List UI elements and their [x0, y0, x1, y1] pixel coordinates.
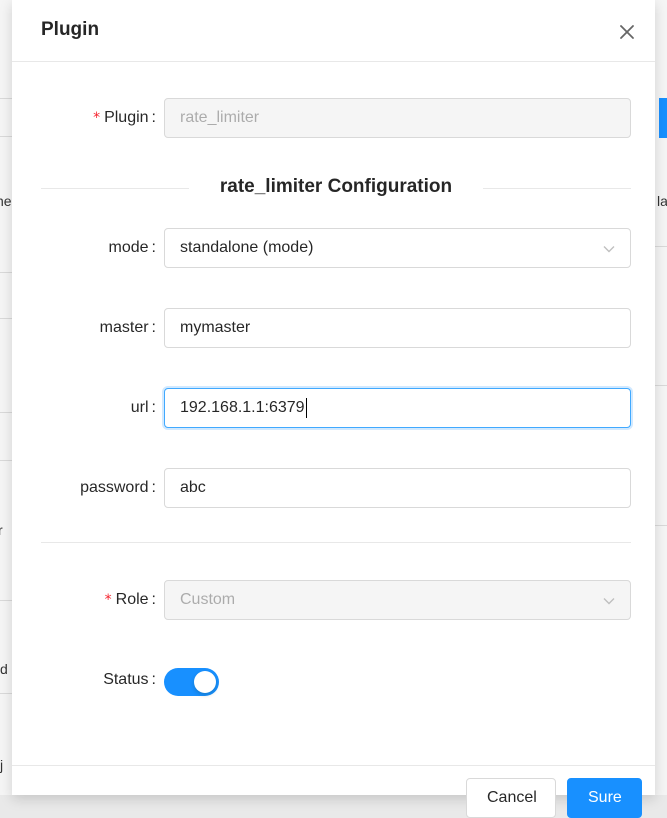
mode-label-text: mode — [108, 239, 149, 256]
background-divider — [0, 98, 12, 99]
background-divider — [0, 460, 12, 461]
chevron-down-icon — [603, 598, 615, 605]
ok-button[interactable]: Sure — [567, 778, 642, 818]
modal-header: Plugin — [12, 0, 655, 62]
role-row: * Role: Custom — [12, 580, 655, 620]
modal-footer: Cancel Sure — [12, 765, 655, 818]
background-divider — [0, 272, 12, 273]
background-blue-bar — [659, 98, 667, 138]
background-text-fragment: d — [0, 661, 8, 677]
background-text-fragment: la — [657, 193, 667, 209]
section-title: rate_limiter Configuration — [219, 176, 453, 197]
form-divider — [41, 542, 631, 543]
url-label: url: — [130, 399, 156, 416]
url-row: url: 192.168.1.1:6379 — [12, 388, 655, 428]
plugin-input: rate_limiter — [164, 98, 631, 138]
mode-label: mode: — [108, 239, 156, 256]
mode-select[interactable]: standalone (mode) — [164, 228, 631, 268]
plugin-row: * Plugin: rate_limiter — [12, 98, 655, 138]
password-label-text: password — [80, 479, 149, 496]
background-divider — [655, 525, 667, 526]
required-mark: * — [104, 592, 112, 608]
close-icon[interactable] — [614, 19, 640, 45]
modal-title: Plugin — [41, 19, 100, 40]
password-row: password: abc — [12, 468, 655, 508]
master-input[interactable]: mymaster — [164, 308, 631, 348]
role-select-value: Custom — [180, 591, 236, 608]
background-text-fragment: ne — [0, 193, 12, 209]
master-label-text: master — [99, 319, 149, 336]
background-divider — [0, 600, 12, 601]
text-caret — [305, 397, 307, 418]
toggle-knob — [194, 671, 216, 693]
background-divider — [0, 318, 12, 319]
status-label: Status: — [103, 671, 156, 688]
password-input[interactable]: abc — [164, 468, 631, 508]
cancel-button[interactable]: Cancel — [466, 778, 556, 818]
configuration-divider: rate_limiter Configuration — [41, 170, 631, 206]
status-row: Status: — [12, 660, 655, 704]
status-toggle[interactable] — [164, 668, 219, 696]
mode-select-value: standalone (mode) — [180, 239, 314, 256]
chevron-down-icon — [603, 246, 615, 253]
plugin-label: * Plugin: — [93, 109, 156, 126]
role-select: Custom — [164, 580, 631, 620]
plugin-label-text: Plugin — [104, 109, 149, 126]
password-label: password: — [80, 479, 156, 496]
role-label-text: Role — [115, 591, 149, 608]
background-divider — [655, 385, 667, 386]
url-input[interactable]: 192.168.1.1:6379 — [164, 388, 631, 428]
mode-row: mode: standalone (mode) — [12, 228, 655, 268]
url-input-value: 192.168.1.1:6379 — [180, 399, 305, 416]
background-divider — [0, 412, 12, 413]
master-row: master: mymaster — [12, 308, 655, 348]
url-label-text: url — [130, 399, 149, 416]
role-label: * Role: — [104, 591, 156, 608]
background-divider — [655, 246, 667, 247]
master-label: master: — [99, 319, 156, 336]
required-mark: * — [93, 110, 101, 126]
background-text-fragment: j — [0, 757, 4, 773]
status-label-text: Status — [103, 671, 149, 688]
background-text-fragment: r — [0, 522, 3, 538]
background-divider — [0, 693, 12, 694]
background-divider — [0, 136, 12, 137]
plugin-modal: Plugin * Plugin: rate_limiter rate_limite… — [12, 0, 655, 818]
